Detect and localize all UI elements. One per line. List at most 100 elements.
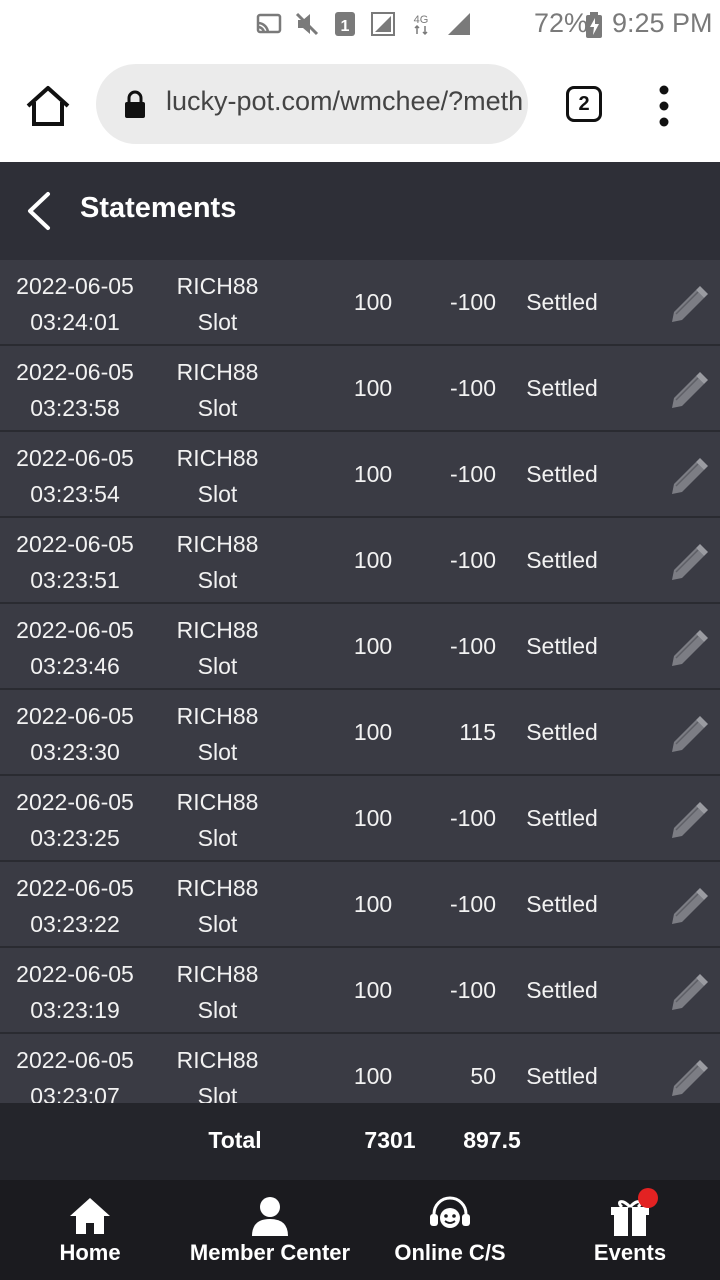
row-datetime: 2022-06-05 03:23:25	[0, 784, 150, 856]
headset-icon	[430, 1196, 470, 1228]
row-bet: 100	[353, 375, 393, 401]
statement-row[interactable]: 2022-06-05 03:23:19 RICH88 Slot 100 -100 Settl…	[0, 948, 720, 1034]
nav-member-center[interactable]: Member Center	[180, 1180, 360, 1280]
row-win: -100	[449, 375, 496, 401]
row-bet: 100	[353, 547, 393, 573]
row-type: Slot	[197, 309, 238, 335]
row-bet: 100	[353, 461, 393, 487]
overflow-menu-icon[interactable]	[654, 84, 674, 128]
row-bet: 100	[353, 805, 393, 831]
nav-events[interactable]: Events	[540, 1180, 720, 1280]
row-game: RICH88 Slot	[160, 526, 275, 598]
row-time: 03:23:46	[30, 653, 120, 679]
person-icon	[252, 1197, 288, 1236]
row-game: RICH88 Slot	[160, 698, 275, 770]
browser-home-icon[interactable]	[24, 84, 72, 128]
browser-toolbar: lucky-pot.com/wmchee/?meth 2	[0, 48, 720, 164]
statement-row[interactable]: 2022-06-05 03:23:30 RICH88 Slot 100 115 Settle…	[0, 690, 720, 776]
row-type: Slot	[197, 395, 238, 421]
row-game: RICH88 Slot	[160, 956, 275, 1028]
row-game: RICH88 Slot	[160, 612, 275, 684]
statement-row[interactable]: 2022-06-05 03:23:22 RICH88 Slot 100 -100 Settl…	[0, 862, 720, 948]
cast-icon	[256, 13, 282, 34]
row-date: 2022-06-05	[16, 531, 134, 557]
row-win: -100	[449, 289, 496, 315]
row-time: 03:23:07	[30, 1083, 120, 1103]
row-date: 2022-06-05	[16, 273, 134, 299]
total-win: 897.5	[463, 1127, 521, 1153]
row-status: Settled	[526, 977, 598, 1003]
row-datetime: 2022-06-05 03:24:01	[0, 268, 150, 340]
row-date: 2022-06-05	[16, 703, 134, 729]
row-status: Settled	[526, 891, 598, 917]
pencil-icon[interactable]	[666, 626, 710, 666]
row-time: 03:23:19	[30, 997, 120, 1023]
row-datetime: 2022-06-05 03:23:22	[0, 870, 150, 942]
sim-icon: 1	[335, 12, 355, 36]
row-datetime: 2022-06-05 03:23:07	[0, 1042, 150, 1103]
row-bet: 100	[353, 891, 393, 917]
nav-events-label: Events	[593, 1240, 667, 1265]
row-time: 03:23:58	[30, 395, 120, 421]
pencil-icon[interactable]	[666, 798, 710, 838]
statement-row[interactable]: 2022-06-05 03:23:58 RICH88 Slot 100 -100 Settl…	[0, 346, 720, 432]
house-icon	[70, 1198, 110, 1234]
row-bet: 100	[353, 633, 393, 659]
row-date: 2022-06-05	[16, 1047, 134, 1073]
row-win: -100	[449, 461, 496, 487]
pencil-icon[interactable]	[666, 1056, 710, 1096]
nav-member-label: Member Center	[189, 1240, 351, 1265]
lock-icon	[125, 90, 145, 118]
chevron-left-icon[interactable]	[22, 190, 56, 232]
row-win: -100	[449, 547, 496, 573]
battery-icon	[586, 12, 602, 38]
row-provider: RICH88	[176, 359, 259, 385]
statement-row[interactable]: 2022-06-05 03:23:07 RICH88 Slot 100 50 Settled	[0, 1034, 720, 1103]
row-datetime: 2022-06-05 03:23:19	[0, 956, 150, 1028]
row-datetime: 2022-06-05 03:23:30	[0, 698, 150, 770]
pencil-icon[interactable]	[666, 970, 710, 1010]
nav-online-cs[interactable]: Online C/S	[360, 1180, 540, 1280]
tab-switcher-button[interactable]: 2	[566, 86, 602, 122]
row-provider: RICH88	[176, 617, 259, 643]
nav-home-label: Home	[59, 1240, 121, 1265]
svg-text:4G: 4G	[414, 14, 429, 26]
statement-row[interactable]: 2022-06-05 03:23:51 RICH88 Slot 100 -100 Settl…	[0, 518, 720, 604]
statement-row[interactable]: 2022-06-05 03:24:01 RICH88 Slot 100 -100 Settl…	[0, 260, 720, 346]
pencil-icon[interactable]	[666, 454, 710, 494]
row-provider: RICH88	[176, 273, 259, 299]
row-time: 03:23:30	[30, 739, 120, 765]
row-provider: RICH88	[176, 1047, 259, 1073]
page-header: Statements	[0, 162, 720, 260]
row-win: -100	[449, 805, 496, 831]
url-text: lucky-pot.com/wmchee/?meth	[166, 86, 524, 116]
row-provider: RICH88	[176, 445, 259, 471]
pencil-icon[interactable]	[666, 540, 710, 580]
row-provider: RICH88	[176, 531, 259, 557]
row-status: Settled	[526, 805, 598, 831]
nav-home[interactable]: Home	[0, 1180, 180, 1280]
row-game: RICH88 Slot	[160, 870, 275, 942]
row-provider: RICH88	[176, 875, 259, 901]
statement-list[interactable]: 2022-06-05 03:24:01 RICH88 Slot 100 -100 Settl…	[0, 260, 720, 1103]
pencil-icon[interactable]	[666, 368, 710, 408]
row-time: 03:23:51	[30, 567, 120, 593]
statement-row[interactable]: 2022-06-05 03:23:54 RICH88 Slot 100 -100 Settl…	[0, 432, 720, 518]
nav-cs-label: Online C/S	[394, 1240, 506, 1265]
pencil-icon[interactable]	[666, 282, 710, 322]
statement-row[interactable]: 2022-06-05 03:23:46 RICH88 Slot 100 -100 Settl…	[0, 604, 720, 690]
statement-row[interactable]: 2022-06-05 03:23:25 RICH88 Slot 100 -100 Settl…	[0, 776, 720, 862]
row-game: RICH88 Slot	[160, 440, 275, 512]
address-bar[interactable]: lucky-pot.com/wmchee/?meth	[96, 64, 528, 144]
row-bet: 100	[353, 1063, 393, 1089]
total-bet: 7301	[364, 1127, 416, 1153]
pencil-icon[interactable]	[666, 712, 710, 752]
row-type: Slot	[197, 1083, 238, 1103]
status-icons: 1 4G	[256, 10, 472, 38]
row-bet: 100	[353, 719, 393, 745]
pencil-icon[interactable]	[666, 884, 710, 924]
row-type: Slot	[197, 997, 238, 1023]
row-status: Settled	[526, 461, 598, 487]
clock: 9:25 PM	[612, 8, 713, 38]
row-status: Settled	[526, 1063, 598, 1089]
